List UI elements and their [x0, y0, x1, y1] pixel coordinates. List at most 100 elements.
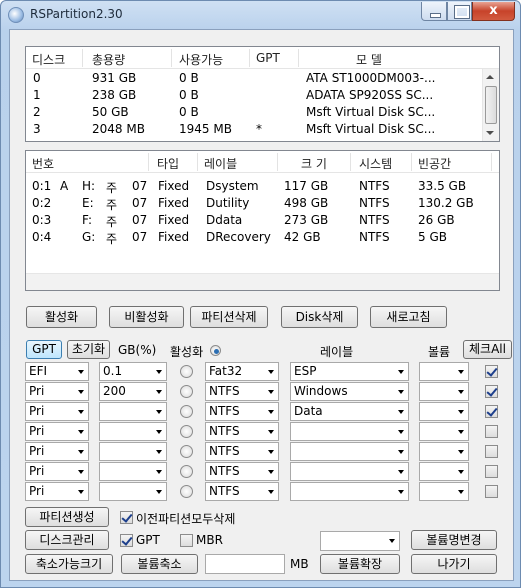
row-checkbox[interactable] — [485, 365, 498, 378]
label-select[interactable]: Windows — [290, 382, 409, 401]
deactivate-button[interactable]: 비활성화 — [109, 306, 184, 328]
refresh-button[interactable]: 새로고침 — [370, 306, 447, 328]
disk-list[interactable]: 디스크 총용량 사용가능 GPT 모 델 0 931 GB 0 B ATA ST100… — [25, 46, 500, 142]
label-select[interactable]: Data — [290, 402, 409, 421]
volume-select[interactable] — [419, 362, 469, 381]
gpt-option-label[interactable]: GPT — [136, 533, 160, 547]
active-radio[interactable] — [180, 445, 193, 458]
active-radio[interactable] — [180, 405, 193, 418]
active-radio[interactable] — [180, 385, 193, 398]
col-available[interactable]: 사용가능 — [179, 51, 223, 68]
partition-size-select[interactable] — [99, 482, 167, 501]
delete-disk-button[interactable]: Disk삭제 — [281, 306, 358, 328]
label-select[interactable] — [290, 462, 409, 481]
label-select[interactable] — [290, 482, 409, 501]
partition-type-select[interactable]: Pri — [25, 442, 89, 461]
partition-type-select[interactable]: Pri — [25, 482, 89, 501]
filesystem-select[interactable]: NTFS — [205, 482, 279, 501]
delete-partition-button[interactable]: 파티션삭제 — [190, 306, 268, 328]
size-input[interactable] — [205, 554, 285, 574]
active-radio[interactable] — [180, 365, 193, 378]
active-radio[interactable] — [180, 425, 193, 438]
filesystem-select[interactable]: NTFS — [205, 462, 279, 481]
label-select[interactable]: ESP — [290, 362, 409, 381]
partition-list-hscrollbar[interactable] — [26, 273, 499, 290]
partition-row[interactable]: 0:2 E: 주 07 Fixed Dutility 498 GB NTFS 130.2 GB — [26, 195, 499, 212]
close-button[interactable]: x — [472, 2, 515, 21]
title-bar[interactable]: RSPartition2.30 x — [1, 1, 520, 29]
scroll-up-icon[interactable] — [486, 75, 494, 79]
partition-size-select[interactable] — [99, 442, 167, 461]
volume-select[interactable] — [419, 462, 469, 481]
partition-type-select[interactable]: Pri — [25, 462, 89, 481]
partition-size-select[interactable] — [99, 402, 167, 421]
row-checkbox[interactable] — [485, 485, 498, 498]
maximize-button[interactable] — [447, 2, 472, 21]
mbr-checkbox[interactable] — [180, 534, 193, 547]
partition-size-select[interactable] — [99, 422, 167, 441]
partition-row[interactable]: 0:1 A H: 주 07 Fixed Dsystem 117 GB NTFS 33.5 GB — [26, 178, 499, 195]
active-radio[interactable] — [180, 485, 193, 498]
col-free-space[interactable]: 빈공간 — [418, 155, 451, 172]
delete-prev-all-checkbox[interactable] — [120, 511, 133, 524]
col-filesystem[interactable]: 시스템 — [359, 155, 392, 172]
filesystem-select[interactable]: NTFS — [205, 382, 279, 401]
active-radio[interactable] — [180, 465, 193, 478]
disk-list-scrollbar[interactable] — [482, 69, 499, 141]
scroll-thumb[interactable] — [485, 86, 497, 124]
minimize-button[interactable] — [421, 2, 447, 21]
activate-button[interactable]: 활성화 — [26, 306, 97, 328]
filesystem-select[interactable]: NTFS — [205, 442, 279, 461]
check-all-button[interactable]: 체크All — [463, 340, 512, 359]
col-model[interactable]: 모 델 — [356, 51, 382, 68]
init-button[interactable]: 초기화 — [67, 340, 110, 359]
disk-row[interactable]: 2 50 GB 0 B Msft Virtual Disk SC... — [26, 104, 499, 121]
partition-size-select[interactable]: 200 — [99, 382, 167, 401]
active-header-radio[interactable] — [210, 345, 221, 356]
col-disk[interactable]: 디스크 — [32, 51, 65, 68]
volume-select[interactable] — [419, 482, 469, 501]
volume-select[interactable] — [419, 382, 469, 401]
volume-select[interactable] — [419, 422, 469, 441]
partition-list[interactable]: 번호 타입 레이블 크 기 시스템 빈공간 0:1 A H: 주 07 Fixed Dsys… — [25, 150, 500, 291]
scroll-down-icon[interactable] — [486, 131, 494, 135]
disk-row[interactable]: 1 238 GB 0 B ADATA SP920SS SC... — [26, 87, 499, 104]
gpt-checkbox[interactable] — [120, 534, 133, 547]
disk-row[interactable]: 3 2048 MB 1945 MB * Msft Virtual Disk SC... — [26, 121, 499, 138]
partition-size-select[interactable] — [99, 462, 167, 481]
filesystem-select[interactable]: NTFS — [205, 402, 279, 421]
shrink-check-button[interactable]: 축소가능크기 — [25, 554, 113, 574]
exit-button[interactable]: 나가기 — [411, 554, 497, 574]
volume-select[interactable] — [419, 402, 469, 421]
label-select[interactable] — [290, 442, 409, 461]
partition-type-select[interactable]: Pri — [25, 422, 89, 441]
disk-row[interactable]: 4 2048 MB — [26, 138, 499, 141]
col-label[interactable]: 레이블 — [204, 155, 237, 172]
col-total[interactable]: 총용량 — [92, 51, 125, 68]
row-checkbox[interactable] — [485, 445, 498, 458]
gpt-button[interactable]: GPT — [26, 340, 62, 359]
col-type[interactable]: 타입 — [157, 155, 179, 172]
mbr-option-label[interactable]: MBR — [196, 533, 223, 547]
partition-type-select[interactable]: Pri — [25, 402, 89, 421]
label-select[interactable] — [290, 422, 409, 441]
filesystem-select[interactable]: NTFS — [205, 422, 279, 441]
partition-row[interactable]: 0:4 G: 주 07 Fixed DRecovery 42 GB NTFS 5 GB — [26, 229, 499, 246]
row-checkbox[interactable] — [485, 425, 498, 438]
volume-select[interactable] — [320, 531, 400, 551]
row-checkbox[interactable] — [485, 465, 498, 478]
partition-row[interactable]: 0:3 F: 주 07 Fixed Ddata 273 GB NTFS 26 GB — [26, 212, 499, 229]
partition-type-select[interactable]: EFI — [25, 362, 89, 381]
row-checkbox[interactable] — [485, 385, 498, 398]
row-checkbox[interactable] — [485, 405, 498, 418]
partition-size-select[interactable]: 0.1 — [99, 362, 167, 381]
partition-type-select[interactable]: Pri — [25, 382, 89, 401]
col-size[interactable]: 크 기 — [301, 155, 327, 172]
create-partition-button[interactable]: 파티션생성 — [25, 507, 109, 527]
delete-prev-all-label[interactable]: 이전파티션모두삭제 — [136, 510, 235, 527]
extend-volume-button[interactable]: 볼륨확장 — [320, 554, 400, 574]
volume-select[interactable] — [419, 442, 469, 461]
filesystem-select[interactable]: Fat32 — [205, 362, 279, 381]
disk-manage-button[interactable]: 디스크관리 — [25, 530, 109, 550]
col-gpt[interactable]: GPT — [256, 51, 280, 65]
